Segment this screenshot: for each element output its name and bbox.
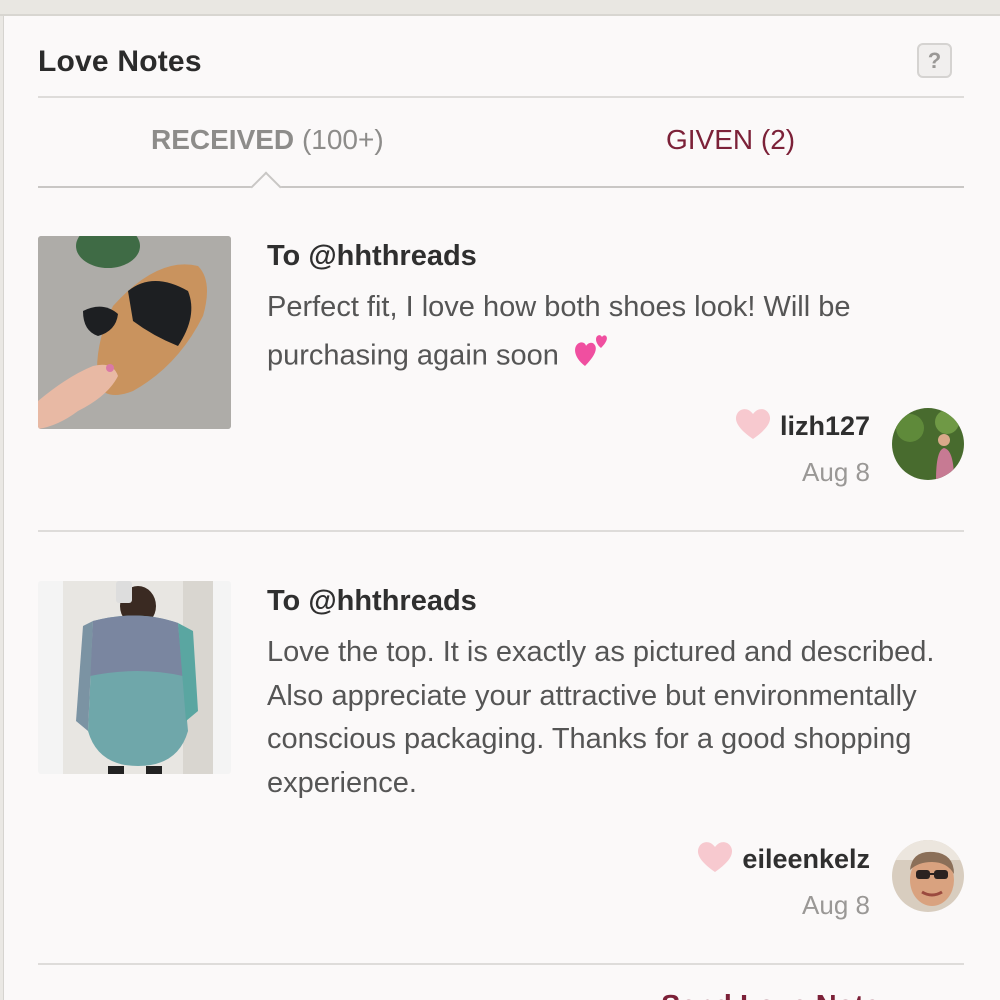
page-title: Love Notes [38, 45, 202, 78]
note-author-info: eileenkelz Aug 8 [696, 839, 870, 921]
send-love-note-link[interactable]: Send Love Note [661, 990, 880, 1000]
love-notes-panel: Love Notes ? RECEIVED (100+) GIVEN (2) T… [3, 16, 1000, 1000]
tab-received-label: RECEIVED [151, 124, 295, 155]
note-date: Aug 8 [802, 890, 870, 920]
avatar[interactable] [892, 840, 964, 912]
avatar[interactable] [892, 408, 964, 480]
active-tab-indicator [250, 171, 282, 203]
tab-received[interactable]: RECEIVED (100+) [151, 124, 384, 156]
note-recipient: To @hhthreads [267, 585, 477, 617]
tab-given[interactable]: GIVEN (2) [666, 124, 795, 156]
help-button[interactable]: ? [917, 43, 952, 78]
love-note-item: To @hhthreads Love the top. It is exactl… [38, 581, 964, 965]
love-note-item: To @hhthreads Perfect fit, I love how bo… [38, 236, 964, 532]
product-thumbnail[interactable] [38, 236, 231, 429]
heart-icon[interactable] [734, 406, 772, 447]
heart-icon[interactable] [696, 839, 734, 880]
note-message: Perfect fit, I love how both shoes look!… [267, 286, 957, 383]
panel-header: Love Notes ? [38, 16, 964, 98]
author-line: lizh127 [734, 406, 870, 447]
note-date: Aug 8 [802, 457, 870, 487]
note-recipient: To @hhthreads [267, 240, 477, 272]
author-username[interactable]: lizh127 [780, 411, 870, 442]
author-username[interactable]: eileenkelz [742, 844, 870, 875]
tab-bar: RECEIVED (100+) GIVEN (2) [38, 112, 964, 203]
top-bar [0, 0, 1000, 16]
product-thumbnail[interactable] [38, 581, 231, 774]
two-hearts-icon [571, 330, 611, 384]
tab-received-count: (100+) [301, 124, 384, 155]
note-message: Love the top. It is exactly as pictured … [267, 636, 935, 799]
note-author-info: lizh127 Aug 8 [734, 406, 870, 488]
author-line: eileenkelz [696, 839, 870, 880]
